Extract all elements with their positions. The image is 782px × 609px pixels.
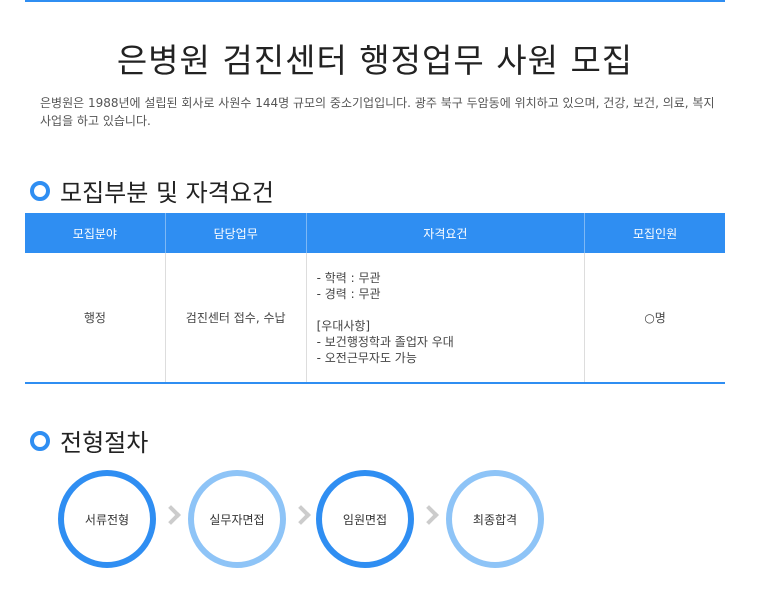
step-label: 최종합격 (472, 512, 518, 527)
table-row: 행정 검진센터 접수, 수납 - 학력 : 무관 - 경력 : 무관 [우대사항… (25, 253, 725, 384)
column-header: 담당업무 (164, 213, 307, 253)
requirement-line: - 오전근무자도 가능 (316, 350, 417, 365)
field-cell: 행정 (25, 253, 166, 384)
requirement-spacer (317, 302, 584, 318)
top-rule (25, 0, 725, 2)
requirements-cell: - 학력 : 무관 - 경력 : 무관 [우대사항] - 보건행정학과 졸업자 … (305, 253, 585, 384)
table-header-row: 모집분야 담당업무 자격요건 모집인원 (25, 213, 725, 253)
circle-bullet-icon (30, 430, 50, 451)
column-header: 모집인원 (584, 213, 725, 253)
step-label: 임원면접 (342, 512, 388, 527)
step-label: 서류전형 (84, 512, 130, 527)
step-circle: 임원면접 (316, 470, 414, 568)
column-header: 자격요건 (305, 213, 585, 253)
headcount-cell: ○명 (584, 253, 725, 384)
section-title: 전형절차 (60, 429, 149, 457)
duty-cell: 검진센터 접수, 수납 (164, 253, 307, 384)
section-process-header: 전형절차 (30, 423, 148, 458)
requirement-line: - 경력 : 무관 (316, 286, 381, 301)
requirement-line: - 학력 : 무관 (316, 270, 381, 285)
chevron-right-icon (419, 505, 439, 525)
step-circle: 서류전형 (58, 470, 156, 568)
step-label: 실무자면접 (209, 512, 265, 527)
company-intro: 은병원은 1988년에 설립된 회사로 사원수 144명 규모의 중소기업입니다… (40, 96, 715, 128)
step-circle: 최종합격 (446, 470, 544, 568)
step-circle: 실무자면접 (188, 470, 286, 568)
chevron-right-icon (291, 505, 311, 525)
column-header: 모집분야 (25, 213, 166, 253)
chevron-right-icon (161, 505, 181, 525)
requirement-line: - 보건행정학과 졸업자 우대 (316, 334, 454, 349)
section-title: 모집부분 및 자격요건 (60, 179, 274, 207)
circle-bullet-icon (30, 180, 50, 201)
process-steps: 서류전형 실무자면접 임원면접 최종합격 (58, 470, 658, 570)
section-recruitment-header: 모집부분 및 자격요건 (30, 173, 274, 208)
requirement-line: [우대사항] (316, 318, 371, 333)
recruitment-table: 모집분야 담당업무 자격요건 모집인원 행정 검진센터 접수, 수납 - 학력 … (25, 213, 725, 384)
page-title: 은병원 검진센터 행정업무 사원 모집 (116, 41, 634, 80)
